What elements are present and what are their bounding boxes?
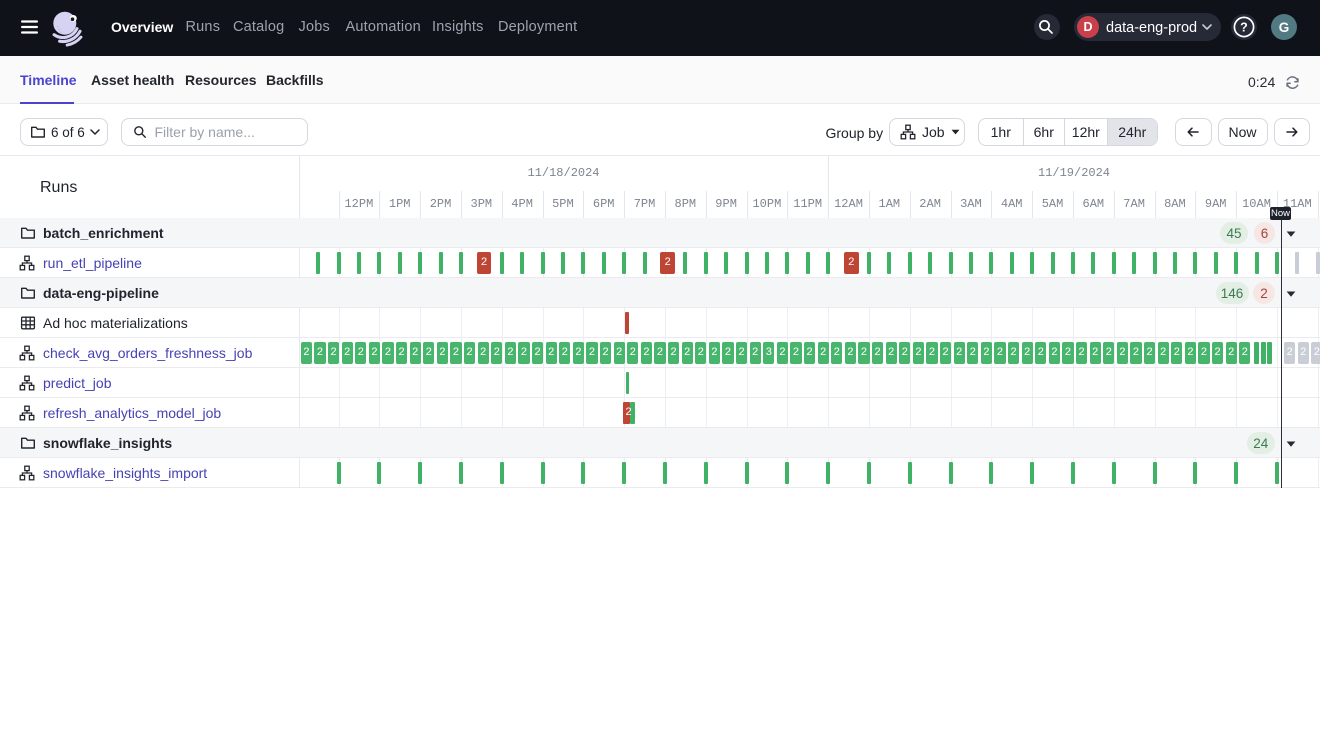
svg-text:?: ?: [1240, 21, 1248, 35]
